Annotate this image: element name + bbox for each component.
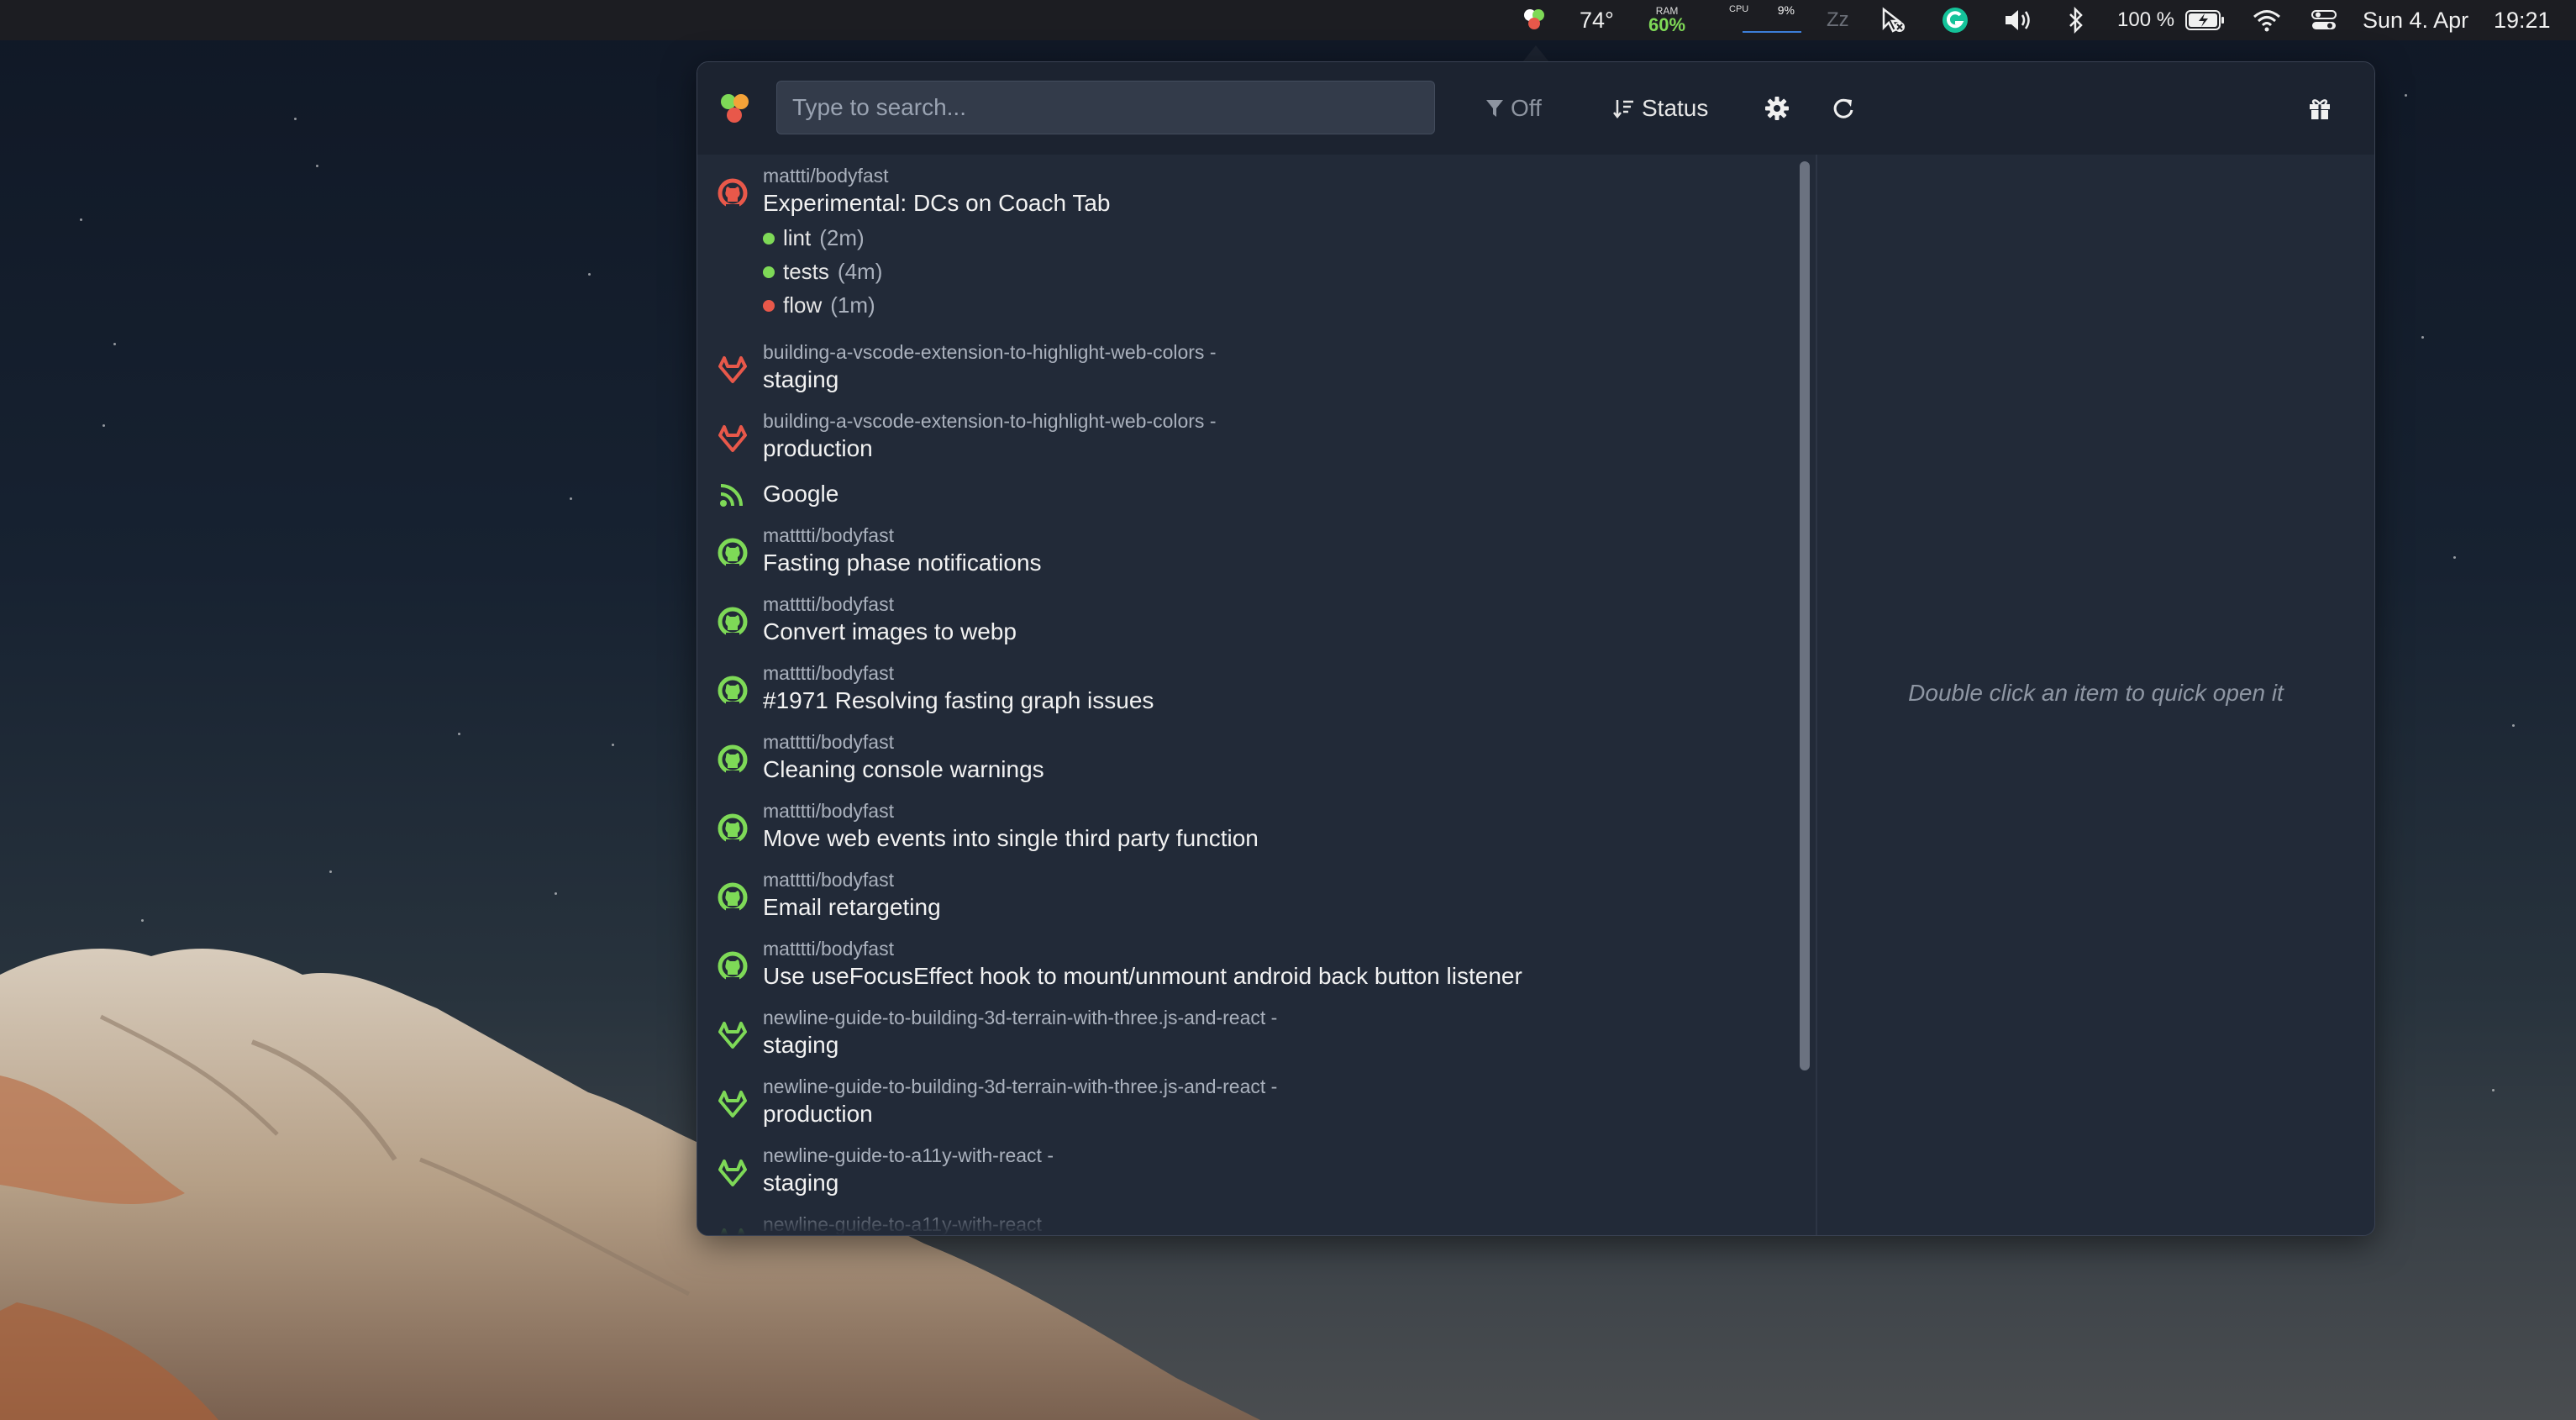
item-title: production <box>763 435 873 461</box>
sort-icon <box>1613 100 1633 119</box>
detail-hint: Double click an item to quick open it <box>1908 680 2284 706</box>
github-icon <box>716 812 749 845</box>
popover-header: Off Status <box>697 62 2374 155</box>
item-title: Use useFocusEffect hook to mount/unmount… <box>763 963 1522 989</box>
sort-label: Status <box>1642 95 1709 121</box>
wifi-icon[interactable] <box>2252 0 2282 40</box>
item-title: Fasting phase notifications <box>763 550 1042 576</box>
item-title: Convert images to webp <box>763 618 1017 644</box>
item-title: Google <box>763 481 839 507</box>
pipeline-list[interactable]: mattti/bodyfast Experimental: DCs on Coac… <box>697 155 1815 1235</box>
battery-charging-icon[interactable] <box>2184 0 2226 40</box>
cpu-value: 9% <box>1777 3 1795 17</box>
item-source: newline-guide-to-a11y-with-react - <box>763 1144 1054 1166</box>
job-row[interactable]: tests (4m) <box>763 259 882 285</box>
gitlab-icon <box>716 353 749 387</box>
cursor-disabled-icon[interactable] <box>1879 0 1907 40</box>
job-status-dot <box>763 299 775 312</box>
github-icon <box>716 881 749 914</box>
gift-button[interactable] <box>2307 87 2332 129</box>
menubar-date[interactable]: Sun 4. Apr <box>2363 0 2468 40</box>
ram-value: 60% <box>1648 14 1686 35</box>
popover-arrow <box>1522 45 1549 62</box>
item-title: Experimental: DCs on Coach Tab <box>763 190 1111 216</box>
item-source: matttti/bodyfast <box>763 731 894 753</box>
item-source: newline-guide-to-building-3d-terrain-wit… <box>763 1007 1278 1028</box>
item-title: production <box>763 1101 873 1127</box>
item-title: Cleaning console warnings <box>763 756 1044 782</box>
item-title: #1971 Resolving fasting graph issues <box>763 687 1154 713</box>
menubar-time[interactable]: 19:21 <box>2494 0 2551 40</box>
cpu-graph <box>1743 27 1801 33</box>
item-title: staging <box>763 1170 839 1196</box>
refresh-button[interactable] <box>1832 87 1855 129</box>
gear-icon <box>1765 97 1789 120</box>
github-icon <box>716 176 749 210</box>
item-title: staging <box>763 366 839 392</box>
item-source: matttti/bodyfast <box>763 938 894 960</box>
rss-icon <box>716 477 749 511</box>
sort-button[interactable]: Status <box>1613 87 1708 129</box>
cpu-monitor[interactable]: CPU 9% <box>1729 0 1806 40</box>
github-icon <box>716 743 749 776</box>
ci-status-menubar-icon[interactable] <box>1521 0 1548 40</box>
gitlab-icon <box>716 1156 749 1190</box>
job-duration: (1m) <box>830 292 875 318</box>
item-source: matttti/bodyfast <box>763 800 894 822</box>
item-source: mattti/bodyfast <box>763 165 889 187</box>
github-icon <box>716 605 749 639</box>
job-duration: (4m) <box>837 259 883 284</box>
job-row[interactable]: lint (2m) <box>763 225 865 251</box>
grammarly-icon[interactable] <box>1941 0 1969 40</box>
item-title: staging <box>763 1032 839 1058</box>
settings-button[interactable] <box>1764 87 1790 129</box>
refresh-icon <box>1833 98 1853 118</box>
filter-label: Off <box>1511 95 1542 121</box>
job-row[interactable]: flow (1m) <box>763 292 875 318</box>
item-source: building-a-vscode-extension-to-highlight… <box>763 341 1217 363</box>
item-title: Move web events into single third party … <box>763 825 1259 851</box>
temperature-readout[interactable]: 74° <box>1580 0 1614 40</box>
item-title: Email retargeting <box>763 894 941 920</box>
gitlab-icon <box>716 1087 749 1121</box>
ci-status-popover: Off Status mattti/bodyfast Experimental: … <box>697 61 2375 1236</box>
github-icon <box>716 674 749 707</box>
list-fade <box>697 1202 1815 1235</box>
ram-monitor[interactable]: RAM 60% <box>1648 0 1685 40</box>
bluetooth-icon[interactable] <box>2067 0 2085 40</box>
gift-icon <box>2310 99 2330 119</box>
menu-bar: 74° RAM 60% CPU 9% Zz 100 % Sun 4. Apr 1… <box>0 0 2576 40</box>
gitlab-icon <box>716 1018 749 1052</box>
job-status-dot <box>763 232 775 245</box>
item-source: matttti/bodyfast <box>763 524 894 546</box>
sleep-icon[interactable]: Zz <box>1827 0 1849 40</box>
cpu-label: CPU <box>1729 4 1749 14</box>
volume-icon[interactable] <box>2003 0 2035 40</box>
job-duration: (2m) <box>819 225 865 250</box>
item-source: matttti/bodyfast <box>763 662 894 684</box>
github-icon <box>716 949 749 983</box>
gitlab-icon <box>716 422 749 455</box>
job-name: tests <box>783 259 829 284</box>
filter-button[interactable]: Off <box>1485 87 1542 129</box>
search-input[interactable] <box>776 81 1435 134</box>
filter-icon <box>1486 100 1503 117</box>
github-icon <box>716 536 749 570</box>
battery-percentage[interactable]: 100 % <box>2117 0 2174 40</box>
list-scrollbar[interactable] <box>1800 161 1810 1070</box>
item-source: newline-guide-to-building-3d-terrain-wit… <box>763 1076 1278 1097</box>
job-status-dot <box>763 266 775 278</box>
item-source: building-a-vscode-extension-to-highlight… <box>763 410 1217 432</box>
control-center-icon[interactable] <box>2311 0 2337 40</box>
job-name: lint <box>783 225 812 250</box>
job-name: flow <box>783 292 823 318</box>
item-source: matttti/bodyfast <box>763 869 894 891</box>
item-source: matttti/bodyfast <box>763 593 894 615</box>
app-logo-icon <box>721 94 749 123</box>
